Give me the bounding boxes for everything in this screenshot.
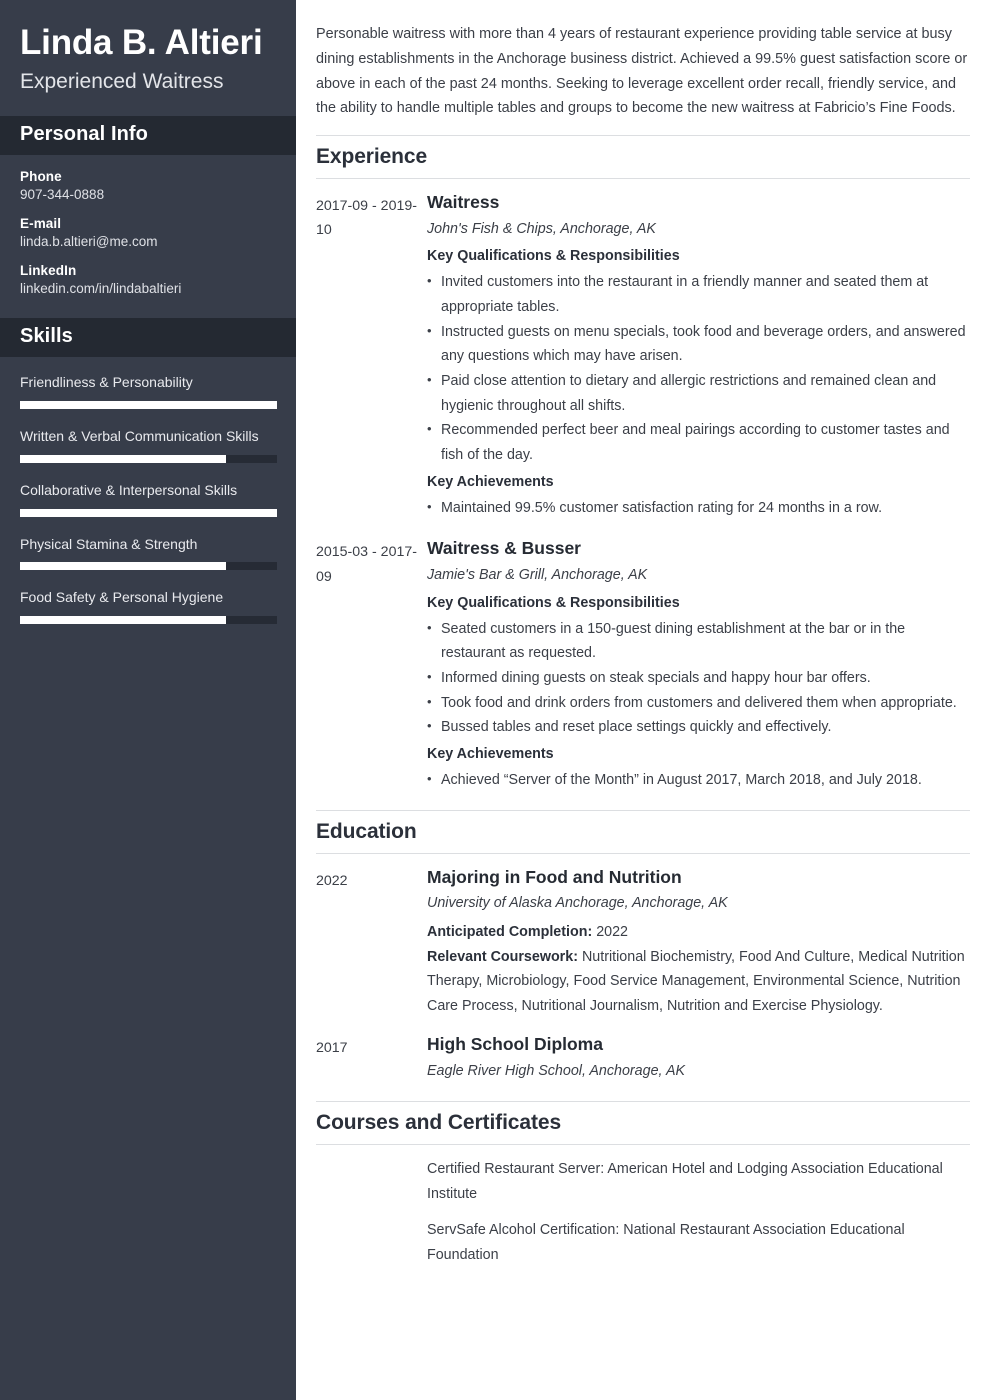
entry-date: 2017 — [316, 1039, 348, 1056]
completion-value: 2022 — [596, 923, 628, 940]
qualifications-list: Seated customers in a 150-guest dining e… — [427, 617, 970, 741]
list-item: Achieved “Server of the Month” in August… — [427, 768, 970, 793]
skill-item: Physical Stamina & Strength — [20, 533, 277, 571]
skill-bar-fill — [20, 401, 277, 410]
entry-body: Waitress & Busser Jamie's Bar & Grill, A… — [427, 537, 970, 795]
skill-label: Collaborative & Interpersonal Skills — [20, 481, 238, 498]
experience-entry: 2015-03 - 2017-09 Waitress & Busser Jami… — [316, 537, 970, 795]
experience-heading: Experience — [316, 135, 970, 180]
skill-bar-fill — [20, 562, 226, 571]
skill-bar-track — [20, 401, 277, 410]
skill-bar-fill — [20, 615, 226, 624]
skill-item: Food Safety & Personal Hygiene — [20, 586, 277, 624]
contact-value-linkedin[interactable]: linkedin.com/in/lindabaltieri — [20, 281, 276, 296]
school-name: University of Alaska Anchorage, Anchorag… — [427, 895, 728, 912]
skill-item: Friendliness & Personability — [20, 371, 277, 410]
skill-label: Written & Verbal Communication Skills — [20, 428, 259, 445]
contact-item-phone: Phone 907-344-0888 — [20, 169, 276, 202]
entry-organization: John's Fish & Chips, Anchorage, AK — [427, 220, 656, 237]
list-item: ServSafe Alcohol Certification: National… — [427, 1222, 905, 1264]
completion-line: Anticipated Completion: 2022 — [427, 920, 970, 945]
skill-bar-track — [20, 508, 277, 517]
entry-role: Waitress — [427, 192, 500, 213]
list-item: Maintained 99.5% customer satisfaction r… — [427, 496, 970, 521]
contact-label: Phone — [20, 169, 62, 185]
list-item: Bussed tables and reset place settings q… — [427, 715, 970, 740]
sidebar: Linda B. Altieri Experienced Waitress Pe… — [0, 0, 296, 1400]
entry-body: Majoring in Food and Nutrition Universit… — [427, 866, 970, 1019]
experience-section: Experience 2017-09 - 2019-10 Waitress Jo… — [316, 135, 970, 796]
degree-title: High School Diploma — [427, 1033, 603, 1054]
courses-entry: Certified Restaurant Server: American Ho… — [316, 1157, 970, 1280]
courses-section: Courses and Certificates Certified Resta… — [316, 1100, 970, 1280]
list-item: Seated customers in a 150-guest dining e… — [427, 617, 970, 666]
personal-info-list: Phone 907-344-0888 E-mail linda.b.altier… — [0, 155, 296, 318]
candidate-name: Linda B. Altieri — [20, 23, 263, 62]
identity-block: Linda B. Altieri Experienced Waitress — [0, 0, 296, 116]
list-item: Informed dining guests on steak specials… — [427, 666, 970, 691]
professional-summary: Personable waitress with more than 4 yea… — [316, 26, 968, 117]
entry-body: Waitress John's Fish & Chips, Anchorage,… — [427, 191, 970, 523]
qualifications-heading: Key Qualifications & Responsibilities — [427, 594, 680, 611]
skill-bar-track — [20, 454, 277, 463]
courses-heading: Courses and Certificates — [316, 1100, 970, 1145]
entry-date: 2022 — [316, 872, 348, 889]
completion-label: Anticipated Completion: — [427, 923, 593, 940]
achievements-heading: Key Achievements — [427, 473, 554, 490]
skill-bar-fill — [20, 508, 277, 517]
experience-entry: 2017-09 - 2019-10 Waitress John's Fish &… — [316, 191, 970, 523]
contact-item-linkedin: LinkedIn linkedin.com/in/lindabaltieri — [20, 263, 276, 296]
contact-label: E-mail — [20, 216, 62, 232]
education-section: Education 2022 Majoring in Food and Nutr… — [316, 809, 970, 1087]
entry-body: Certified Restaurant Server: American Ho… — [427, 1157, 970, 1280]
education-heading: Education — [316, 809, 970, 854]
contact-item-email: E-mail linda.b.altieri@me.com — [20, 216, 276, 249]
achievements-heading: Key Achievements — [427, 746, 554, 763]
list-item: Took food and drink orders from customer… — [427, 691, 970, 716]
resume-page: Linda B. Altieri Experienced Waitress Pe… — [0, 0, 990, 1400]
skill-label: Food Safety & Personal Hygiene — [20, 589, 224, 606]
school-name: Eagle River High School, Anchorage, AK — [427, 1062, 686, 1079]
skill-item: Collaborative & Interpersonal Skills — [20, 479, 277, 517]
main-content: Personable waitress with more than 4 yea… — [296, 0, 990, 1400]
entry-date-empty — [316, 1157, 427, 1160]
skill-label: Friendliness & Personability — [20, 374, 193, 391]
skills-list: Friendliness & Personability Written & V… — [0, 357, 296, 649]
list-item: Certified Restaurant Server: American Ho… — [427, 1160, 943, 1202]
contact-label: LinkedIn — [20, 263, 77, 279]
degree-title: Majoring in Food and Nutrition — [427, 866, 682, 887]
education-entry: 2017 High School Diploma Eagle River Hig… — [316, 1033, 970, 1087]
entry-body: High School Diploma Eagle River High Sch… — [427, 1033, 970, 1087]
list-item: Instructed guests on menu specials, took… — [427, 320, 970, 369]
skill-item: Written & Verbal Communication Skills — [20, 425, 277, 463]
candidate-job-title: Experienced Waitress — [20, 70, 224, 94]
entry-role: Waitress & Busser — [427, 538, 581, 559]
skills-heading: Skills — [0, 318, 296, 358]
achievements-list: Achieved “Server of the Month” in August… — [427, 768, 970, 793]
entry-organization: Jamie's Bar & Grill, Anchorage, AK — [427, 567, 648, 584]
list-item: Recommended perfect beer and meal pairin… — [427, 418, 970, 467]
education-entry: 2022 Majoring in Food and Nutrition Univ… — [316, 866, 970, 1019]
contact-value-email[interactable]: linda.b.altieri@me.com — [20, 234, 276, 249]
skill-bar-track — [20, 615, 277, 624]
list-item: Invited customers into the restaurant in… — [427, 270, 970, 319]
achievements-list: Maintained 99.5% customer satisfaction r… — [427, 496, 970, 521]
skill-bar-fill — [20, 454, 226, 463]
coursework-line: Relevant Coursework: Nutritional Biochem… — [427, 945, 970, 1019]
coursework-label: Relevant Coursework: — [427, 948, 578, 965]
skill-label: Physical Stamina & Strength — [20, 535, 198, 552]
entry-date: 2017-09 - 2019-10 — [316, 198, 417, 239]
list-item: Paid close attention to dietary and alle… — [427, 369, 970, 418]
qualifications-heading: Key Qualifications & Responsibilities — [427, 248, 680, 265]
personal-info-heading: Personal Info — [0, 116, 296, 156]
skill-bar-track — [20, 562, 277, 571]
contact-value-phone[interactable]: 907-344-0888 — [20, 187, 276, 202]
entry-date: 2015-03 - 2017-09 — [316, 544, 417, 585]
qualifications-list: Invited customers into the restaurant in… — [427, 270, 970, 468]
